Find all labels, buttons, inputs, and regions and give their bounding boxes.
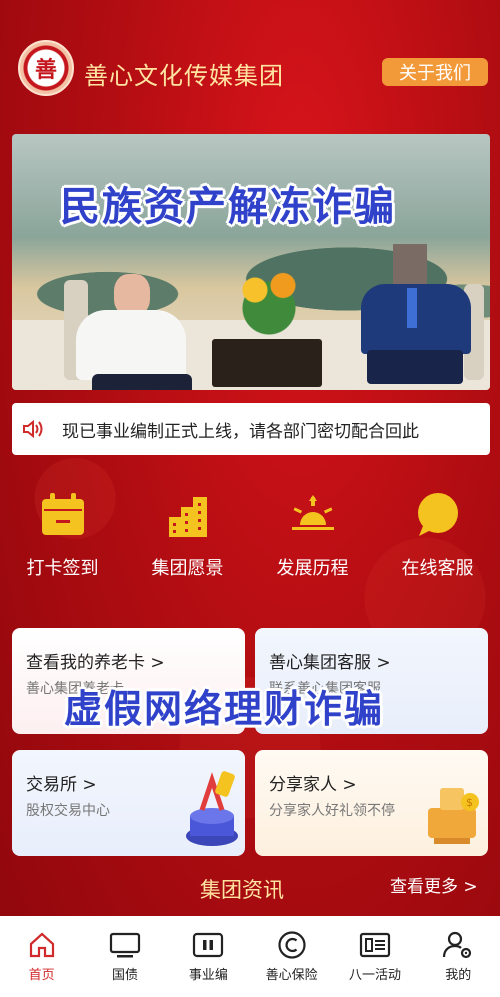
tab-label: 国债 (111, 968, 138, 983)
card-title: 交易所 > (26, 775, 97, 795)
logo-text: 善 (34, 57, 57, 83)
app-title: 善心文化传媒集团 (84, 62, 284, 90)
quick-action-label: 在线客服 (401, 558, 474, 579)
notice-bar[interactable]: 现已事业编制正式上线，请各部门密切配合回此 (12, 403, 490, 455)
about-us-button[interactable]: 关于我们 (382, 58, 488, 86)
svg-text:$: $ (466, 796, 473, 809)
tab-bonds[interactable]: 国债 (83, 916, 166, 997)
tab-insurance[interactable]: 善心保险 (250, 916, 333, 997)
calendar-icon (0, 490, 125, 540)
monitor-icon (109, 930, 141, 960)
tab-label: 首页 (28, 968, 55, 983)
view-more-link[interactable]: 查看更多 > (390, 872, 478, 897)
tab-label: 事业编 (188, 968, 228, 983)
banner-person-left (72, 274, 192, 390)
overlay-caption: 虚假网络理财诈骗 (64, 687, 385, 731)
quick-action-vision[interactable]: 集团愿景 (125, 490, 250, 580)
bottom-tab-bar: 首页 国债 事业编 善心保险 八一活动 我的 (0, 916, 500, 997)
pause-box-icon (192, 930, 224, 960)
exchange-illustration-icon (186, 771, 238, 846)
speaker-icon (12, 419, 56, 439)
quick-action-label: 集团愿景 (151, 558, 224, 579)
gift-cashier-icon: $ (428, 788, 479, 844)
quick-action-label: 发展历程 (276, 558, 349, 579)
banner-flowers (234, 254, 304, 344)
banner-image[interactable]: 民族资产解冻诈骗 (12, 134, 490, 390)
banner-table (212, 339, 322, 387)
tab-label: 善心保险 (265, 968, 318, 983)
header: 善 善心文化传媒集团 关于我们 (0, 0, 500, 120)
copyright-icon (277, 930, 307, 960)
tab-home[interactable]: 首页 (0, 916, 83, 997)
card-title: 查看我的养老卡 > (26, 653, 165, 673)
card-exchange[interactable]: 交易所 > 股权交易中心 (12, 750, 245, 856)
quick-action-checkin[interactable]: 打卡签到 (0, 490, 125, 580)
quick-actions: 打卡签到 集团愿景 发展历程 在线客服 (0, 490, 500, 590)
tab-label: 八一活动 (348, 968, 401, 983)
logo: 善 (18, 40, 74, 96)
user-gear-icon (442, 930, 474, 960)
notice-text: 现已事业编制正式上线，请各部门密切配合回此 (62, 421, 419, 442)
tab-career[interactable]: 事业编 (167, 916, 250, 997)
chat-icon (375, 490, 500, 540)
card-share-family[interactable]: 分享家人 > 分享家人好礼领不停 $ (255, 750, 488, 856)
sunrise-icon (250, 490, 375, 540)
card-subtitle: 股权交易中心 (26, 803, 110, 819)
quick-action-support[interactable]: 在线客服 (375, 490, 500, 580)
quick-action-label: 打卡签到 (26, 558, 99, 579)
news-section-title: 集团资讯 (200, 878, 284, 902)
card-title: 善心集团客服 > (269, 653, 391, 673)
card-title: 分享家人 > (269, 775, 357, 795)
banner-caption: 民族资产解冻诈骗 (60, 184, 396, 230)
buildings-icon (125, 490, 250, 540)
tab-label: 我的 (445, 968, 472, 983)
card-subtitle: 分享家人好礼领不停 (269, 803, 395, 819)
banner-person-right (357, 244, 477, 389)
home-icon (28, 930, 56, 960)
tab-activity[interactable]: 八一活动 (333, 916, 416, 997)
document-icon (359, 930, 391, 960)
quick-action-history[interactable]: 发展历程 (250, 490, 375, 580)
tab-mine[interactable]: 我的 (417, 916, 500, 997)
